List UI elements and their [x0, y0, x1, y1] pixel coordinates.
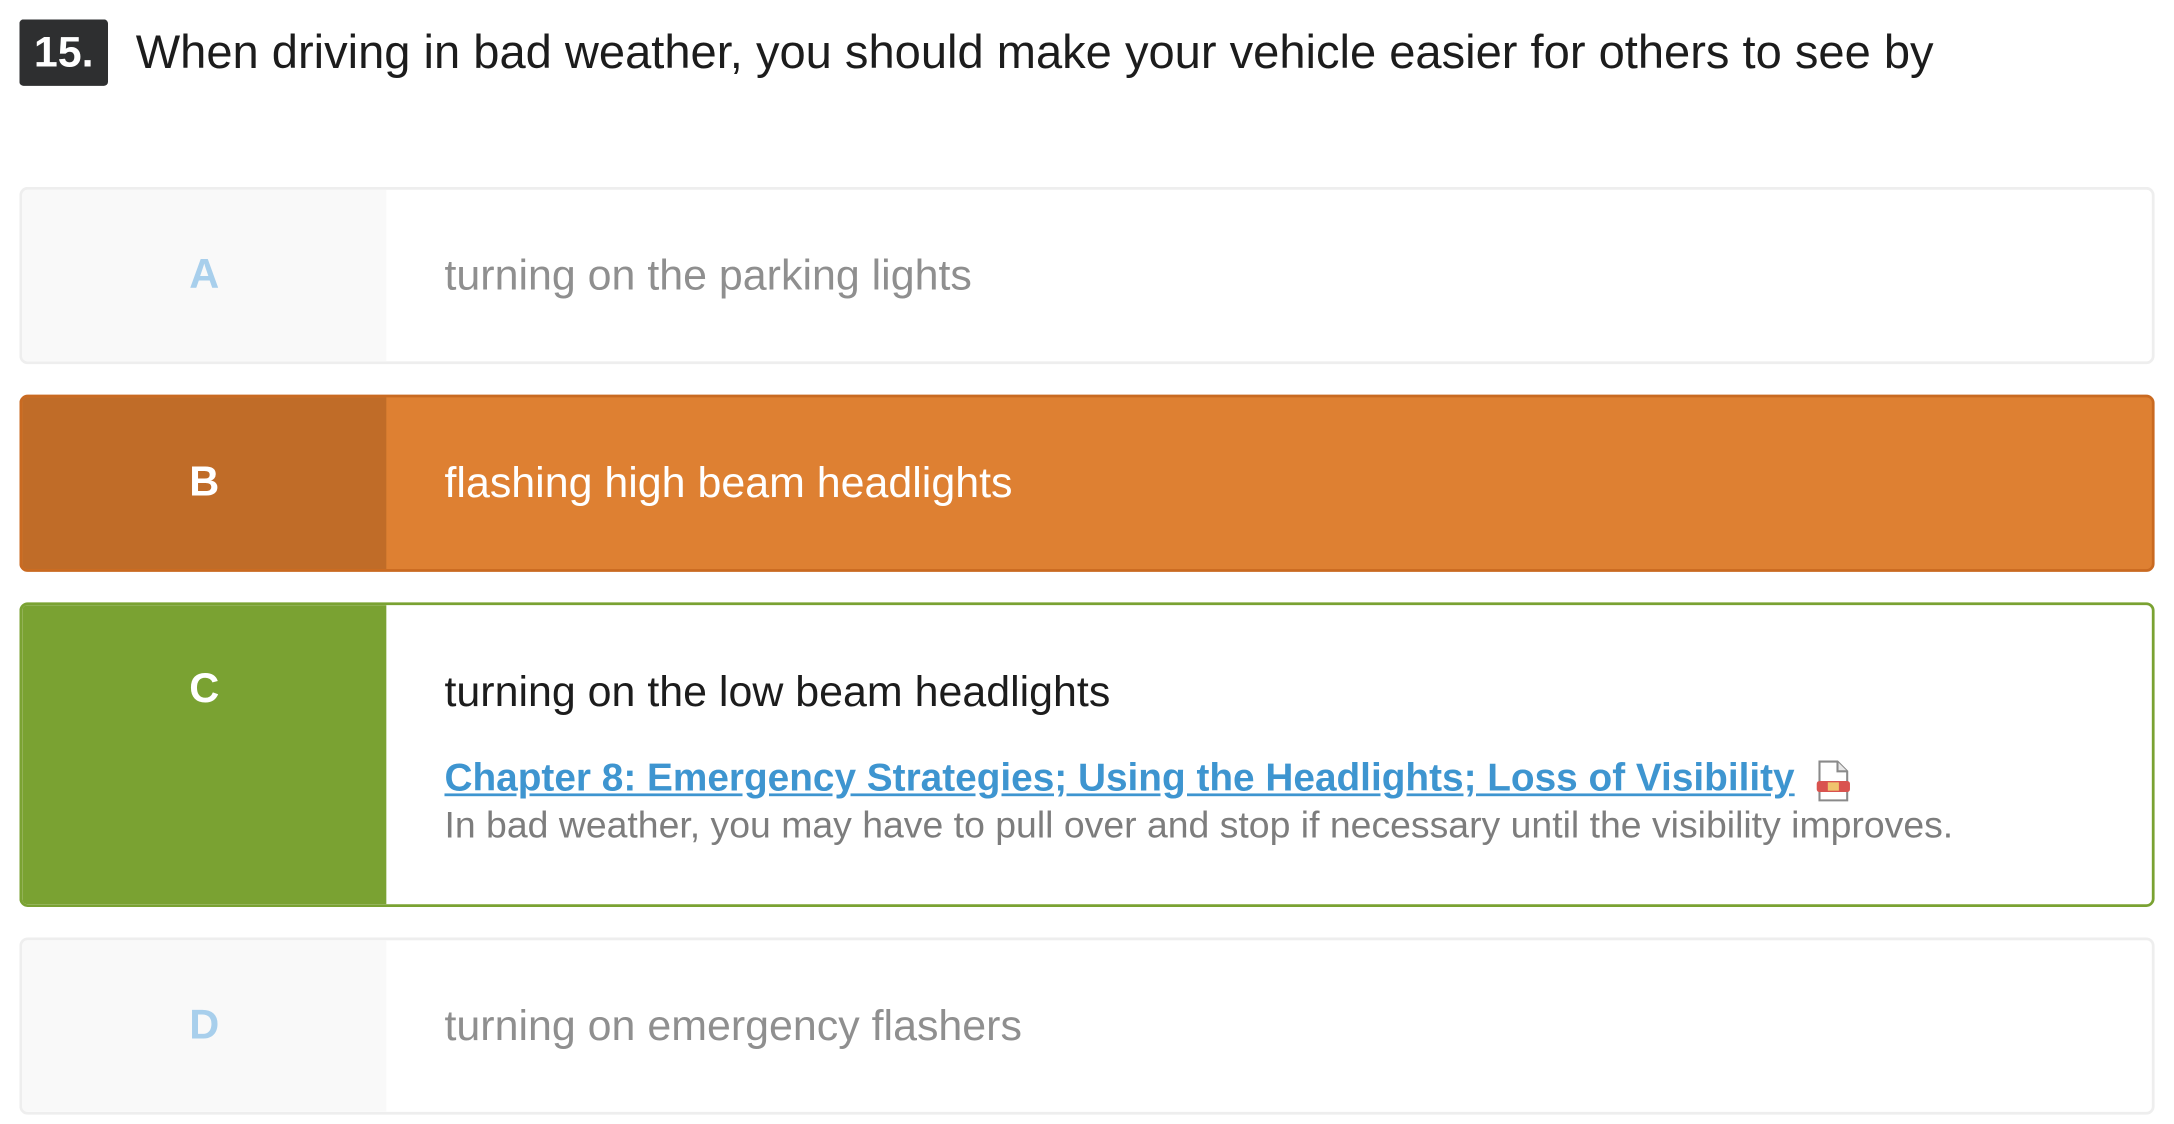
option-letter: C: [22, 605, 387, 905]
answer-option-b[interactable]: B flashing high beam headlights: [19, 394, 2155, 572]
document-icon[interactable]: [1814, 760, 1853, 802]
question-text: When driving in bad weather, you should …: [135, 26, 1934, 79]
option-text: turning on the low beam headlights: [444, 667, 1111, 716]
reference-line: Chapter 8: Emergency Strategies; Using t…: [444, 755, 2151, 802]
option-text: turning on the parking lights: [444, 250, 972, 300]
option-letter: A: [22, 189, 387, 362]
question-number: 15.: [19, 19, 109, 86]
chapter-reference-link[interactable]: Chapter 8: Emergency Strategies; Using t…: [444, 756, 1794, 799]
option-letter: D: [22, 940, 387, 1112]
option-letter: B: [22, 397, 387, 570]
option-text: flashing high beam headlights: [444, 458, 1013, 507]
answer-explanation: In bad weather, you may have to pull ove…: [444, 804, 1954, 847]
answer-option-a[interactable]: A turning on the parking lights: [19, 186, 2155, 365]
answer-option-c[interactable]: C turning on the low beam headlights Cha…: [19, 602, 2155, 907]
option-text: turning on emergency flashers: [444, 1001, 1022, 1050]
answer-option-d[interactable]: D turning on emergency flashers: [19, 937, 2155, 1115]
